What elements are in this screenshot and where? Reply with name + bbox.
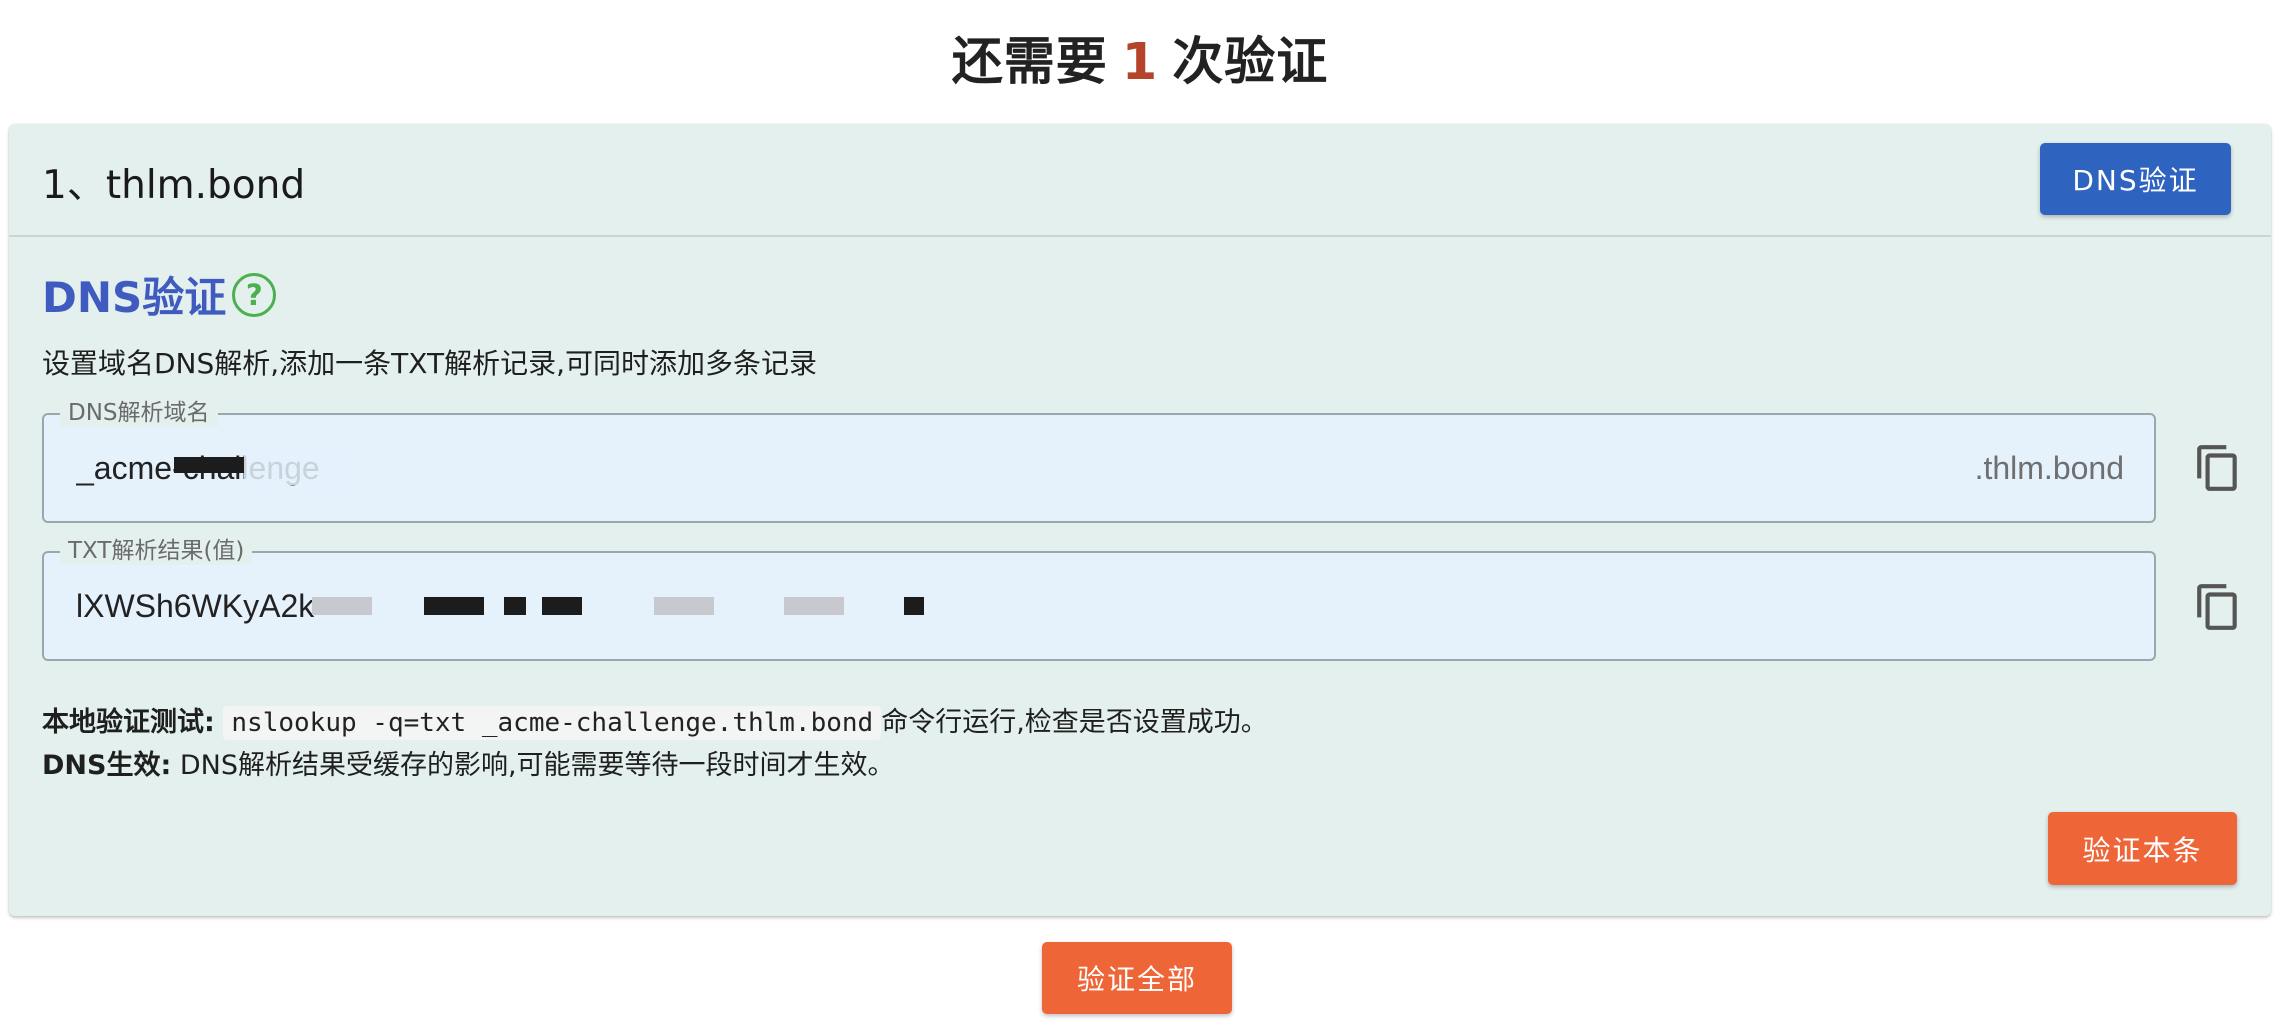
verify-all-button[interactable]: 验证全部 <box>1042 942 1232 1014</box>
dns-name-field: DNS解析域名 .thlm.bond <box>42 399 2156 523</box>
nslookup-command[interactable]: nslookup -q=txt _acme-challenge.thlm.bon… <box>223 706 882 740</box>
section-title-text: DNS验证 <box>42 273 227 322</box>
help-circle-icon[interactable]: ? <box>232 272 277 317</box>
card-header: 1、thlm.bond DNS验证 <box>9 124 2271 237</box>
redaction-mask <box>542 597 582 615</box>
redaction-mask <box>174 457 244 473</box>
verification-card: 1、thlm.bond DNS验证 DNS验证 ? 设置域名DNS解析,添加一条… <box>9 124 2271 916</box>
redaction-mask <box>312 597 372 615</box>
redaction-mask <box>784 597 844 615</box>
redaction-mask <box>654 597 714 615</box>
dns-verify-button[interactable]: DNS验证 <box>2040 143 2231 215</box>
section-title: DNS验证 ? <box>42 264 277 325</box>
page-title-prefix: 还需要 <box>951 33 1108 92</box>
dns-name-suffix: .thlm.bond <box>1974 449 2124 486</box>
page-title: 还需要 1 次验证 <box>0 20 2280 94</box>
dns-effect-line: DNS生效: DNS解析结果受缓存的影响,可能需要等待一段时间才生效。 <box>42 743 895 782</box>
local-test-text: 命令行运行,检查是否设置成功。 <box>881 707 1268 738</box>
copy-icon[interactable] <box>2193 440 2243 496</box>
domain-title: 1、thlm.bond <box>42 163 306 208</box>
dns-effect-label: DNS生效: <box>42 750 172 781</box>
verify-this-button[interactable]: 验证本条 <box>2048 812 2237 885</box>
page-title-suffix: 次验证 <box>1172 33 1329 92</box>
local-test-line: 本地验证测试: nslookup -q=txt _acme-challenge.… <box>42 700 1268 740</box>
txt-value-field: TXT解析结果(值) <box>42 537 2156 661</box>
redaction-mask <box>904 597 924 615</box>
dns-effect-text: DNS解析结果受缓存的影响,可能需要等待一段时间才生效。 <box>171 750 895 781</box>
redaction-mask <box>244 445 354 485</box>
copy-icon[interactable] <box>2193 579 2243 635</box>
local-test-label: 本地验证测试: <box>42 707 215 738</box>
description-text: 设置域名DNS解析,添加一条TXT解析记录,可同时添加多条记录 <box>42 347 817 380</box>
remaining-count: 1 <box>1121 33 1159 92</box>
redaction-mask <box>504 597 526 615</box>
redaction-mask <box>424 597 484 615</box>
